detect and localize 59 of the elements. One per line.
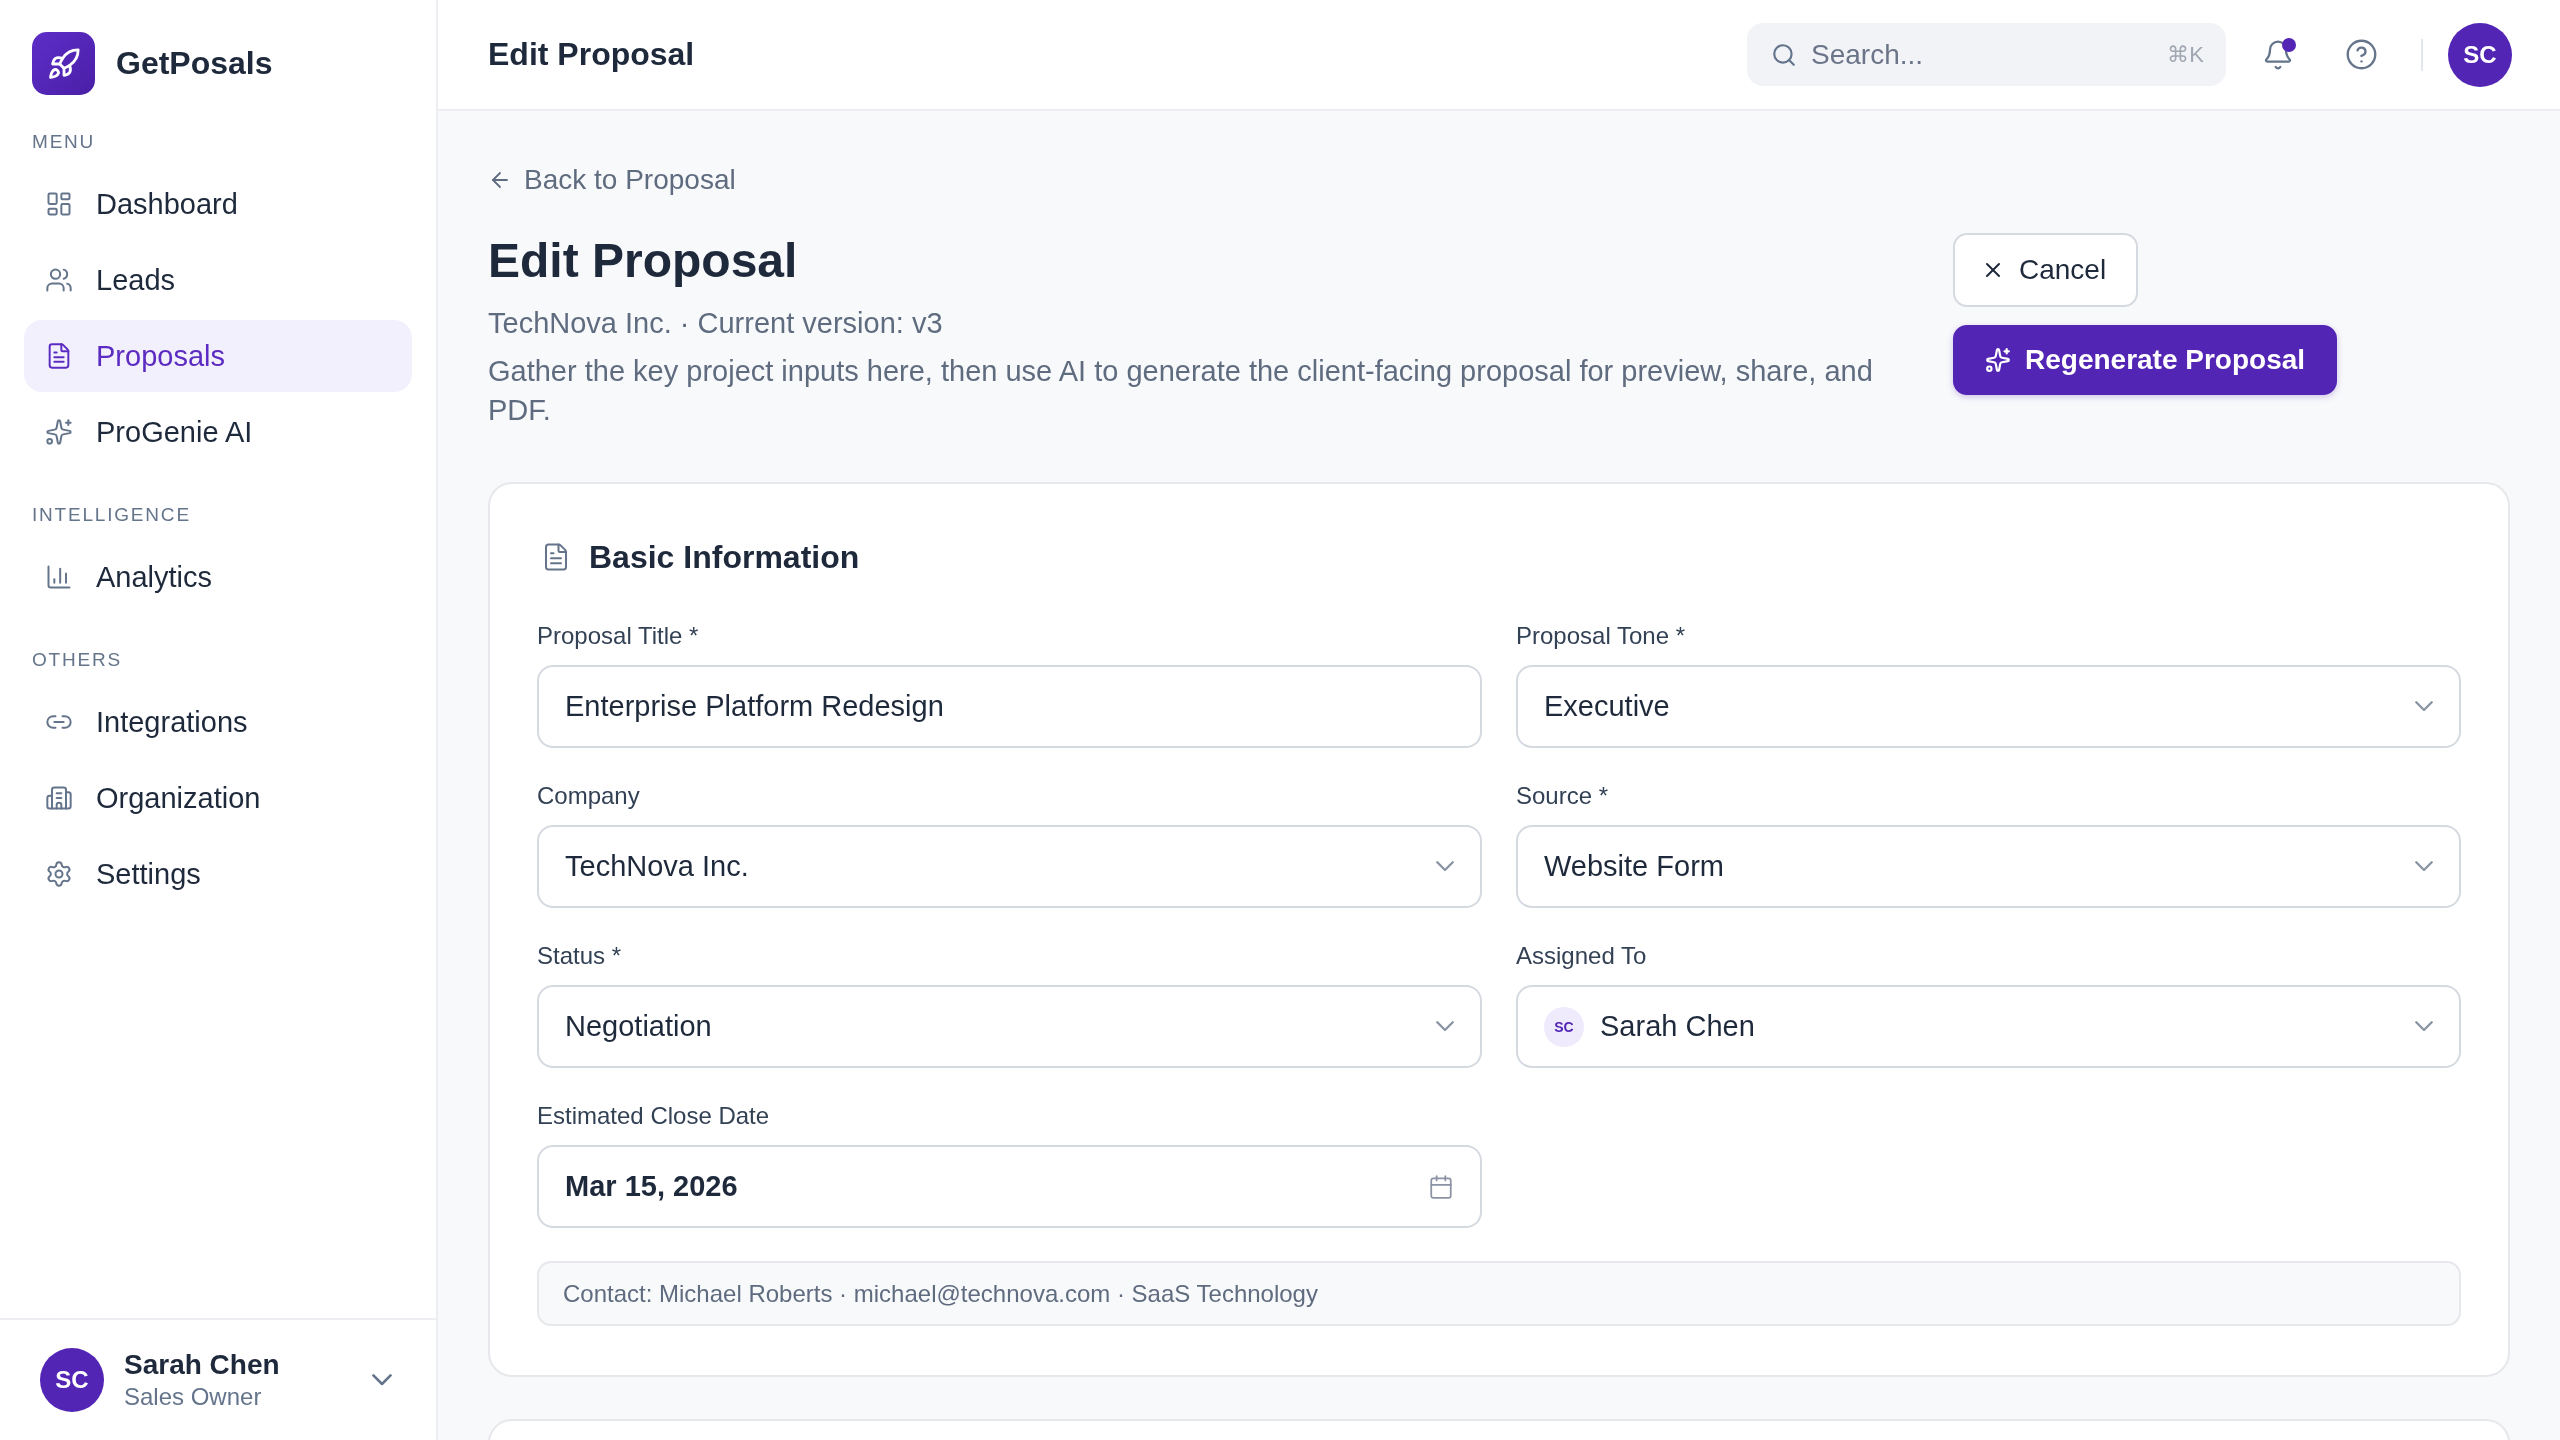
field-label: Proposal Tone * [1516,621,1686,651]
field-label: Estimated Close Date [537,1101,771,1131]
rocket-icon[interactable] [32,32,95,95]
building-icon [45,784,73,812]
help-icon[interactable] [2345,38,2378,71]
chevron-down-icon [1436,861,1454,872]
select-field[interactable]: Executive [1516,665,2461,748]
nav-item[interactable]: Leads [24,244,412,316]
sparkle-icon [1985,347,2011,373]
field-label: Proposal Title * [537,621,700,651]
field-label: Source * [1516,781,1610,811]
calendar-icon [1428,1173,1454,1200]
user-name: Sarah Chen [124,1349,281,1381]
nav-item[interactable]: Analytics [24,541,412,613]
chevron-down-icon [2415,701,2433,712]
nav-item[interactable]: Settings [24,838,412,910]
section-heading: INTELLIGENCE [32,503,192,527]
user-avatar[interactable]: SC [40,1348,104,1412]
user-role: Sales Owner [124,1383,263,1411]
select-field[interactable]: TechNova Inc. [537,825,1482,908]
nav-item[interactable]: Proposals [24,320,412,392]
chevron-down-icon [2415,1021,2433,1032]
text-input[interactable]: Enterprise Platform Redesign [537,665,1482,748]
page-heading: Edit Proposal [488,233,799,289]
user-avatar[interactable]: SC [2448,22,2512,87]
chevron-down-icon [1436,1021,1454,1032]
users-icon [45,266,73,294]
section-title: Basic Information [589,538,860,576]
section-heading: OTHERS [32,648,123,672]
settings-icon [45,860,73,888]
search-icon [1771,41,1797,68]
select-field[interactable]: Website Form [1516,825,2461,908]
select-field[interactable]: SC Sarah Chen [1516,985,2461,1068]
chevron-down-icon [2415,861,2433,872]
field-label: Assigned To [1516,941,1648,971]
date-field[interactable]: Mar 15, 2026 [537,1145,1482,1228]
regenerate-button[interactable]: Regenerate Proposal [1953,325,2338,395]
field-label: Company [537,781,641,811]
nav-item[interactable]: Dashboard [24,168,412,240]
keyboard-shortcut: ⌘K [2167,41,2204,68]
nav-item[interactable]: ProGenie AI [24,396,412,468]
user-avatar: SC [1544,1006,1584,1047]
nav-item[interactable]: Integrations [24,686,412,758]
chevron-down-icon[interactable] [372,1374,392,1386]
bar-chart-icon [45,563,73,591]
select-field[interactable]: Negotiation [537,985,1482,1068]
brand-name: GetPosals [116,45,273,82]
sparkle-icon [45,418,73,446]
nav-item[interactable]: Organization [24,762,412,834]
bell-icon[interactable] [2262,38,2294,71]
proposal-subtitle: TechNova Inc. · Current version: v3 [488,306,944,341]
grid-icon [45,190,73,218]
field-label: Status * [537,941,623,971]
section-heading: MENU [32,130,97,154]
back-link[interactable]: Back to Proposal [488,162,736,198]
page-title: Edit Proposal [488,36,696,73]
cancel-button[interactable]: Cancel [1953,233,2139,307]
contact-summary: Contact: Michael Roberts · michael@technova.com · SaaS Technology [537,1261,2461,1326]
page-description: Gather the key project inputs here, then use AI to generate the client-facing proposal for preview, share, and PDF. [488,354,1874,428]
